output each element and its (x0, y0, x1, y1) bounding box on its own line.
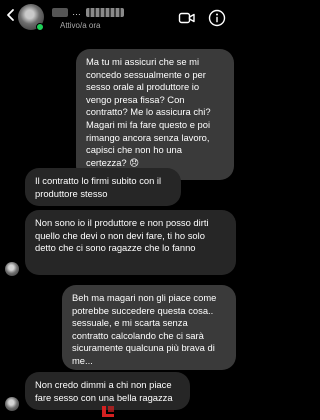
censored-name-block (86, 7, 124, 17)
back-arrow-icon[interactable] (4, 8, 18, 22)
message-bubble-received[interactable]: Non sono io il produttore e non posso di… (25, 210, 236, 275)
contact-name[interactable]: … (52, 5, 124, 19)
info-icon[interactable] (208, 9, 226, 27)
chat-header: … Attivo/a ora (0, 0, 240, 40)
video-call-icon[interactable] (178, 9, 196, 27)
message-bubble-sent[interactable]: Beh ma magari non gli piace come potrebb… (62, 285, 236, 370)
censored-name-block (52, 7, 68, 17)
message-bubble-sent[interactable]: Ma tu mi assicuri che se mi concedo sess… (76, 49, 234, 180)
online-status-dot (36, 23, 44, 31)
censored-name-dots: … (72, 7, 82, 17)
message-bubble-received[interactable]: Il contratto lo firmi subito con il prod… (25, 168, 181, 206)
sender-avatar[interactable] (5, 262, 19, 276)
watermark-logo-icon (102, 406, 114, 417)
sender-avatar[interactable] (5, 397, 19, 411)
activity-status: Attivo/a ora (60, 21, 101, 30)
